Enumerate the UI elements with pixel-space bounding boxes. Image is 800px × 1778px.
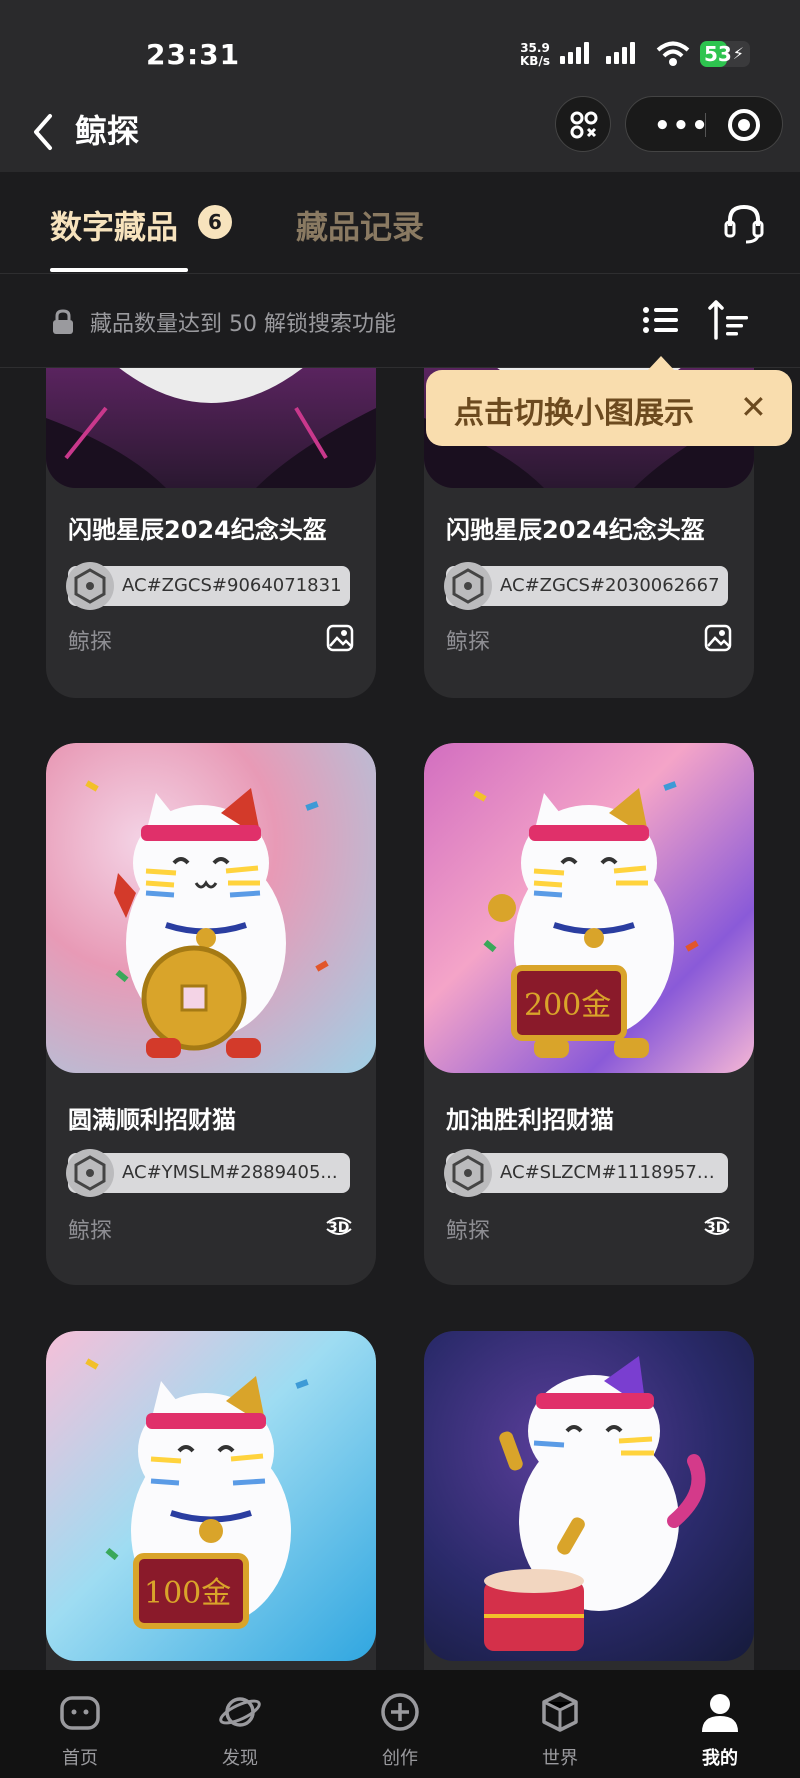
lucky-cat-image [46, 743, 376, 1073]
scan-button[interactable] [555, 96, 611, 152]
card-title: 加油胜利招财猫 [446, 1106, 614, 1134]
tab-collection-records[interactable]: 藏品记录 [296, 202, 424, 248]
card-title: 闪驰星辰2024纪念头盔 [68, 516, 327, 544]
collection-card[interactable]: 闪驰星辰2024纪念头盔 AC#ZGCS#9064071831 鲸探 [46, 368, 376, 698]
nav-create[interactable]: 创作 [320, 1670, 480, 1778]
collection-card[interactable]: 100金 [46, 1331, 376, 1670]
card-title: 闪驰星辰2024纪念头盔 [446, 516, 705, 544]
home-icon [60, 1696, 100, 1730]
cell-signal-icon [560, 42, 589, 64]
collection-card[interactable] [424, 1331, 754, 1670]
tab-digital-collections[interactable]: 数字藏品 [50, 202, 178, 248]
avatar-icon [702, 1694, 738, 1732]
chain-hex-icon [66, 1149, 114, 1197]
bottom-nav: 首页 发现 创作 世界 我的 [0, 1670, 800, 1778]
view-toggle-tooltip: 点击切换小图展示 ✕ [426, 370, 792, 446]
image-icon [704, 624, 732, 652]
filter-bar: 藏品数量达到 50 解锁搜索功能 [0, 274, 800, 368]
card-brand: 鲸探 [68, 630, 113, 655]
plus-circle-icon [381, 1693, 419, 1731]
tooltip-close-button[interactable]: ✕ [740, 388, 767, 426]
customer-service-icon[interactable] [720, 202, 768, 246]
lucky-cat-artwork [85, 780, 329, 1058]
lucky-cat-image: 200金 [424, 743, 754, 1073]
search-unlock-hint: 藏品数量达到 50 解锁搜索功能 [90, 312, 396, 337]
image-icon [326, 624, 354, 652]
3d-icon: 3D [326, 1217, 352, 1236]
lucky-cat-artwork: 100金 [85, 1358, 309, 1629]
wifi-icon [656, 41, 690, 66]
charging-icon: ⚡ [732, 44, 744, 63]
lucky-cat-artwork [484, 1356, 706, 1651]
helmet-image [46, 368, 376, 488]
tooltip-arrow [647, 356, 675, 371]
cell-signal-2-icon [606, 42, 635, 64]
nav-home[interactable]: 首页 [0, 1670, 160, 1778]
svg-text:200金: 200金 [524, 988, 611, 1023]
back-icon[interactable] [22, 106, 66, 158]
status-time: 23:31 [146, 38, 241, 71]
card-title: 圆满顺利招财猫 [68, 1106, 236, 1134]
nav-world[interactable]: 世界 [480, 1670, 640, 1778]
scan-icon [570, 111, 598, 139]
list-view-icon[interactable] [640, 302, 680, 338]
more-icon[interactable]: ••• [654, 111, 710, 141]
collection-card[interactable]: 圆满顺利招财猫 AC#YMSLM#2889405... 鲸探 3D [46, 743, 376, 1285]
card-serial: AC#ZGCS#2030062667 [444, 562, 728, 610]
lock-icon [53, 309, 73, 334]
title-bar: 鲸探 ••• [0, 92, 800, 172]
box-icon [542, 1692, 578, 1732]
nav-mine[interactable]: 我的 [640, 1670, 800, 1778]
chain-hex-icon [444, 1149, 492, 1197]
card-serial: AC#YMSLM#2889405... [66, 1149, 350, 1197]
tooltip-text: 点击切换小图展示 [454, 396, 694, 431]
lucky-cat-artwork: 200金 [473, 781, 699, 1058]
sort-icon[interactable] [708, 298, 752, 342]
battery-percent: 53 [704, 42, 732, 66]
chain-hex-icon [66, 562, 114, 610]
close-miniapp-icon[interactable] [726, 107, 762, 143]
chain-hex-icon [444, 562, 492, 610]
battery-icon: 53 ⚡ [700, 41, 750, 67]
tab-indicator [50, 268, 188, 272]
page-title: 鲸探 [75, 112, 140, 150]
miniapp-capsule: ••• [625, 96, 783, 152]
net-speed: 35.9 KB/s [520, 41, 550, 68]
card-brand: 鲸探 [446, 1219, 491, 1244]
planet-icon [219, 1697, 261, 1727]
svg-text:100金: 100金 [144, 1576, 231, 1611]
helmet-artwork [46, 368, 376, 488]
card-brand: 鲸探 [68, 1219, 113, 1244]
card-serial: AC#ZGCS#9064071831 [66, 562, 350, 610]
card-serial: AC#SLZCM#11189574... [444, 1149, 728, 1197]
count-badge: 6 [198, 205, 232, 239]
lucky-cat-image: 100金 [46, 1331, 376, 1661]
card-brand: 鲸探 [446, 630, 491, 655]
tabs-bar: 数字藏品 6 藏品记录 [0, 172, 800, 274]
nav-discover[interactable]: 发现 [160, 1670, 320, 1778]
collection-grid: 闪驰星辰2024纪念头盔 AC#ZGCS#9064071831 鲸探 闪驰星辰2… [0, 368, 800, 1670]
lucky-cat-image [424, 1331, 754, 1661]
collection-card[interactable]: 200金 加油胜利招财猫 AC#SLZCM#11189574... 鲸探 3D [424, 743, 754, 1285]
3d-icon: 3D [704, 1217, 730, 1236]
status-bar: 23:31 35.9 KB/s 53 ⚡ [0, 0, 800, 92]
